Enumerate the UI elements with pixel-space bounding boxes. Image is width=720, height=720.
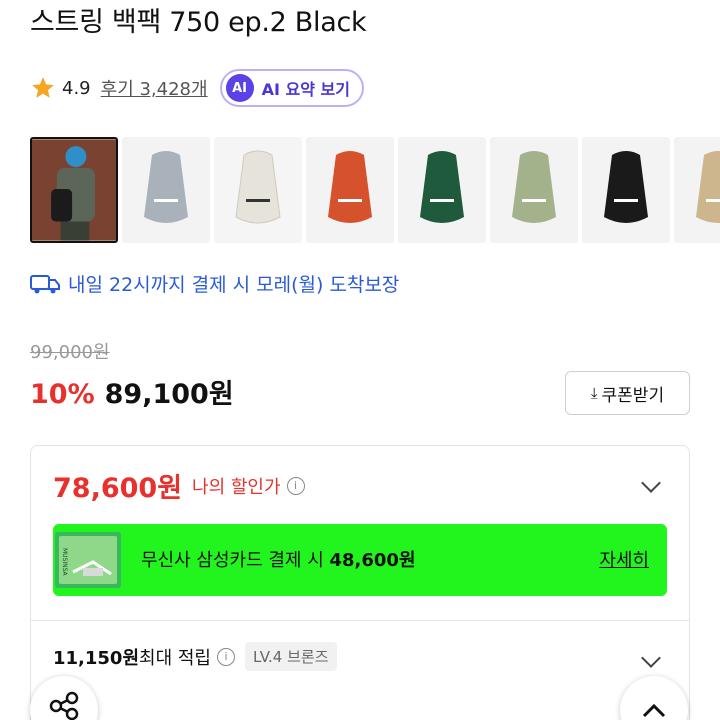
points-chevron-down-icon[interactable] — [641, 648, 661, 668]
my-discount-price: 78,600원 — [53, 473, 183, 504]
card-promo-text: 무신사 삼성카드 결제 시 48,600원 — [141, 550, 416, 571]
rating-row: 4.9 후기 3,428개 AI AI 요약 보기 — [30, 68, 364, 108]
chevron-up-icon — [642, 703, 666, 718]
thumbnail-ivory[interactable] — [214, 137, 302, 243]
price-row: 10% 89,100원 — [30, 372, 234, 411]
reviews-link[interactable]: 후기 3,428개 — [101, 75, 208, 101]
model-photo — [32, 139, 116, 241]
ai-icon: AI — [225, 74, 254, 102]
star-icon — [32, 77, 54, 98]
backpack-ivory-image — [214, 137, 302, 243]
backpack-beige-image — [674, 137, 720, 243]
sale-price: 89,100원 — [104, 379, 234, 410]
thumbnail-gray[interactable] — [122, 137, 210, 243]
backpack-black-image — [582, 137, 670, 243]
musinsa-card-image: MUSINSA — [55, 532, 121, 588]
ai-summary-label: AI 요약 보기 — [261, 80, 350, 99]
product-title: 스트링 백팩 750 ep.2 Black — [30, 7, 367, 38]
delivery-guarantee[interactable]: 내일 22시까지 결제 시 모레(월) 도착보장 — [30, 270, 399, 297]
rating-value: 4.9 — [62, 77, 91, 99]
benefit-panel: 78,600원 나의 할인가 i MUSINSA 무신사 삼성카드 결제 시 4… — [30, 445, 690, 720]
backpack-orange-image — [306, 137, 394, 243]
points-row: 11,150원 최대 적립 i LV.4 브론즈 — [53, 642, 337, 671]
points-info-icon[interactable]: i — [217, 647, 235, 666]
card-image-text: MUSINSA — [61, 548, 68, 577]
member-level-badge: LV.4 브론즈 — [245, 642, 337, 671]
points-amount: 11,150원 — [53, 647, 140, 669]
coupon-button[interactable]: ⤓ 쿠폰받기 — [565, 371, 690, 415]
backpack-green-image — [398, 137, 486, 243]
share-icon — [49, 691, 79, 720]
thumbnail-strip — [30, 137, 720, 243]
coupon-button-label: 쿠폰받기 — [601, 385, 665, 406]
thumbnail-beige[interactable] — [674, 137, 720, 243]
thumbnail-model[interactable] — [30, 137, 118, 243]
backpack-gray-image — [122, 137, 210, 243]
thumbnail-orange[interactable] — [306, 137, 394, 243]
chevron-down-icon[interactable] — [641, 473, 661, 493]
card-detail-link[interactable]: 자세히 — [599, 546, 649, 572]
my-price-row: 78,600원 나의 할인가 i — [53, 466, 305, 505]
backpack-khaki-image — [490, 137, 578, 243]
divider — [31, 620, 689, 621]
discount-rate: 10% — [30, 379, 95, 410]
scroll-top-button[interactable] — [620, 676, 688, 720]
thumbnail-black[interactable] — [582, 137, 670, 243]
thumbnail-khaki[interactable] — [490, 137, 578, 243]
my-discount-label: 나의 할인가 — [192, 476, 281, 498]
original-price: 99,000원 — [30, 342, 110, 363]
points-label: 최대 적립 — [139, 647, 211, 669]
truck-icon — [30, 274, 60, 293]
download-icon: ⤓ — [590, 384, 598, 402]
share-button[interactable] — [30, 676, 98, 720]
delivery-text: 내일 22시까지 결제 시 모레(월) 도착보장 — [68, 274, 400, 296]
card-promo-banner[interactable]: MUSINSA 무신사 삼성카드 결제 시 48,600원 자세히 — [53, 524, 667, 596]
thumbnail-green[interactable] — [398, 137, 486, 243]
info-icon[interactable]: i — [286, 476, 305, 495]
ai-summary-button[interactable]: AI AI 요약 보기 — [219, 69, 364, 107]
